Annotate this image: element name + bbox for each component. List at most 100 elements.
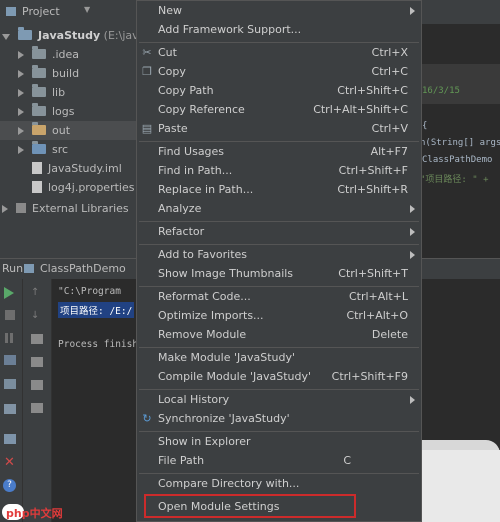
menu-item-label: Cut [158, 46, 177, 59]
submenu-arrow-icon [410, 228, 415, 236]
menu-item-label: Copy [158, 65, 186, 78]
menu-item-show-image-thumbnails[interactable]: Show Image Thumbnails Ctrl+Shift+T [137, 265, 421, 284]
down-arrow-icon[interactable]: ↓ [31, 310, 39, 321]
help-icon[interactable]: ? [3, 479, 16, 492]
restore-layout-icon[interactable] [4, 379, 16, 389]
expand-arrow-icon[interactable] [18, 70, 24, 78]
tree-item-label: out [52, 124, 71, 137]
console-line-command: "C:\Program [58, 286, 121, 297]
menu-item-shortcut: Ctrl+Alt+L [348, 290, 408, 303]
tree-item-logs[interactable]: logs [18, 102, 75, 121]
menu-item-label: File Path [158, 454, 205, 467]
tree-item-javastudy-iml[interactable]: JavaStudy.iml [32, 159, 122, 178]
menu-item-paste[interactable]: ▤ Paste Ctrl+V [137, 120, 421, 139]
menu-item-label: Optimize Imports... [158, 309, 264, 322]
menu-separator [139, 244, 419, 245]
menu-separator [139, 42, 419, 43]
menu-item-label: Replace in Path... [158, 183, 254, 196]
clear-all-icon[interactable] [31, 403, 43, 413]
menu-item-add-to-favorites[interactable]: Add to Favorites [137, 246, 421, 265]
menu-item-copy-path[interactable]: Copy Path Ctrl+Shift+C [137, 82, 421, 101]
menu-item-label: Refactor [158, 225, 205, 238]
menu-item-label: Find Usages [158, 145, 225, 158]
run-tab-label[interactable]: Run [2, 262, 23, 275]
export-icon[interactable] [4, 404, 16, 414]
expand-arrow-icon[interactable] [18, 51, 24, 59]
menu-item-make-module[interactable]: Make Module 'JavaStudy' [137, 349, 421, 368]
up-arrow-icon[interactable]: ↑ [31, 287, 39, 298]
folder-icon [32, 103, 46, 116]
menu-item-compile-module[interactable]: Compile Module 'JavaStudy' Ctrl+Shift+F9 [137, 368, 421, 387]
expand-arrow-icon[interactable] [2, 34, 10, 40]
menu-item-compare-directory[interactable]: Compare Directory with... [137, 475, 421, 494]
sync-icon: ↻ [142, 412, 152, 425]
tree-item-idea[interactable]: .idea [18, 45, 79, 64]
menu-item-optimize-imports[interactable]: Optimize Imports... Ctrl+Alt+O [137, 307, 421, 326]
menu-item-synchronize[interactable]: ↻ Synchronize 'JavaStudy' [137, 410, 421, 429]
scroll-to-end-icon[interactable] [31, 357, 43, 367]
copy-icon: ❐ [142, 65, 152, 78]
run-toolbar-secondary: ↑ ↓ [23, 279, 52, 522]
expand-arrow-icon[interactable] [18, 108, 24, 116]
tree-item-lib[interactable]: lib [18, 83, 65, 102]
run-config-icon [24, 264, 34, 273]
menu-separator [139, 221, 419, 222]
run-config-name[interactable]: ClassPathDemo [40, 262, 126, 275]
menu-item-add-framework-support[interactable]: Add Framework Support... [137, 21, 421, 40]
menu-item-shortcut: Ctrl+Shift+C [337, 84, 408, 97]
pin-icon[interactable] [4, 434, 16, 444]
tree-item-label: lib [52, 86, 66, 99]
dump-threads-icon[interactable] [4, 355, 16, 365]
menu-item-replace-in-path[interactable]: Replace in Path... Ctrl+Shift+R [137, 181, 421, 200]
menu-item-reformat-code[interactable]: Reformat Code... Ctrl+Alt+L [137, 288, 421, 307]
iml-file-icon [32, 162, 42, 174]
menu-item-cut[interactable]: ✂ Cut Ctrl+X [137, 44, 421, 63]
tree-item-src[interactable]: src [18, 140, 68, 159]
menu-item-copy[interactable]: ❐ Copy Ctrl+C [137, 63, 421, 82]
tree-item-external-libraries[interactable]: External Libraries [2, 199, 129, 218]
expand-arrow-icon[interactable] [18, 89, 24, 97]
menu-item-analyze[interactable]: Analyze [137, 200, 421, 219]
menu-item-new[interactable]: New [137, 2, 421, 21]
menu-separator [139, 473, 419, 474]
module-folder-icon [18, 27, 32, 40]
menu-item-copy-reference[interactable]: Copy Reference Ctrl+Alt+Shift+C [137, 101, 421, 120]
menu-item-label: Paste [158, 122, 188, 135]
folder-icon [32, 84, 46, 97]
tree-item-label: .idea [52, 48, 80, 61]
menu-item-shortcut: Ctrl+Shift+T [338, 267, 408, 280]
menu-item-shortcut: Alt+F7 [370, 145, 408, 158]
menu-item-local-history[interactable]: Local History [137, 391, 421, 410]
submenu-arrow-icon [410, 251, 415, 259]
tree-item-build[interactable]: build [18, 64, 79, 83]
print-icon[interactable] [31, 380, 43, 390]
menu-item-label: Remove Module [158, 328, 247, 341]
menu-item-shortcut: Ctrl+Alt+Shift+C [313, 103, 408, 116]
menu-item-show-in-explorer[interactable]: Show in Explorer [137, 433, 421, 452]
chevron-down-icon[interactable]: ▼ [84, 5, 90, 14]
editor-line-main: n(String[] args [420, 138, 500, 148]
menu-item-label: Analyze [158, 202, 202, 215]
tree-item-log4j-properties[interactable]: log4j.properties [32, 178, 134, 197]
menu-item-refactor[interactable]: Refactor [137, 223, 421, 242]
menu-item-file-path[interactable]: File Path C [137, 452, 421, 471]
close-icon[interactable]: ✕ [4, 455, 15, 470]
menu-separator [139, 141, 419, 142]
project-panel-title[interactable]: Project [22, 5, 60, 18]
soft-wrap-icon[interactable] [31, 334, 43, 344]
tree-item-out[interactable]: out [0, 121, 136, 140]
tree-root-javastudy[interactable]: JavaStudy (E:\java\ [2, 26, 149, 45]
expand-arrow-icon[interactable] [2, 205, 8, 213]
menu-item-find-in-path[interactable]: Find in Path... Ctrl+Shift+F [137, 162, 421, 181]
run-icon[interactable] [4, 287, 14, 299]
stop-icon[interactable] [5, 310, 15, 320]
expand-arrow-icon[interactable] [18, 127, 24, 135]
menu-item-label: Copy Reference [158, 103, 245, 116]
expand-arrow-icon[interactable] [18, 146, 24, 154]
pause-icon[interactable] [5, 333, 8, 343]
menu-item-remove-module[interactable]: Remove Module Delete [137, 326, 421, 345]
menu-item-find-usages[interactable]: Find Usages Alt+F7 [137, 143, 421, 162]
menu-item-label: Add to Favorites [158, 248, 248, 261]
console-line-finished: Process finish [58, 339, 139, 350]
menu-separator [139, 347, 419, 348]
